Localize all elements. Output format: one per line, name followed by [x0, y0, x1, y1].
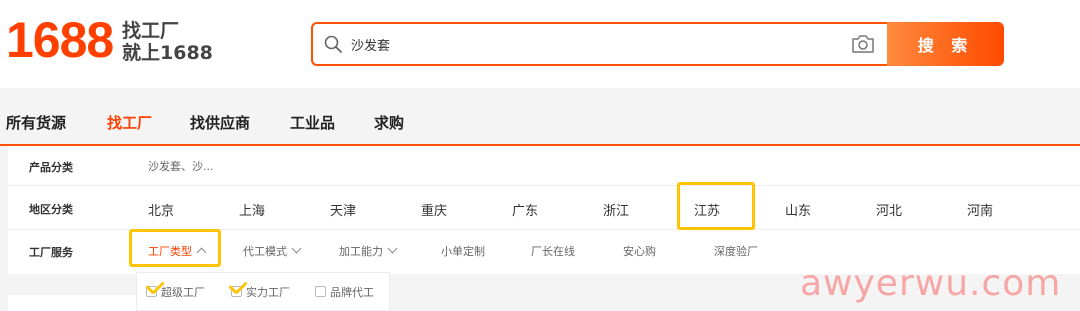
service-secure-purchase[interactable]: 安心购 [623, 243, 656, 259]
region-item-shandong[interactable]: 山东 [785, 200, 811, 219]
option-super-factory-label: 超级工厂 [161, 286, 205, 299]
region-label: 地区分类 [29, 203, 73, 216]
search-button[interactable]: 搜 索 [887, 22, 1004, 66]
category-value[interactable]: 沙发套、沙... [148, 158, 214, 174]
option-brand-oem[interactable]: 品牌代工 [315, 284, 374, 300]
option-brand-oem-label: 品牌代工 [330, 286, 374, 299]
watermark: awyerwu.com [800, 263, 1062, 304]
logo-slogan-line2: 就上1688 [122, 42, 213, 64]
service-deep-inspection[interactable]: 深度验厂 [714, 243, 758, 259]
region-item-hebei[interactable]: 河北 [876, 200, 902, 219]
search-input[interactable] [351, 32, 831, 56]
chevron-down-icon [291, 243, 302, 254]
region-item-guangdong[interactable]: 广东 [512, 200, 538, 219]
region-item-tianjin[interactable]: 天津 [330, 200, 356, 219]
region-item-henan[interactable]: 河南 [967, 200, 993, 219]
region-item-zhejiang[interactable]: 浙江 [603, 200, 629, 219]
chevron-down-icon [387, 243, 398, 254]
option-strength-factory-label: 实力工厂 [246, 286, 290, 299]
service-processing-capacity-label: 加工能力 [339, 245, 383, 258]
search-icon [324, 35, 342, 53]
region-item-beijing[interactable]: 北京 [148, 200, 174, 219]
service-oem-mode[interactable]: 代工模式 [243, 243, 302, 259]
tab-purchase[interactable]: 求购 [374, 112, 404, 133]
service-small-order-custom[interactable]: 小单定制 [441, 243, 485, 259]
region-item-shanghai[interactable]: 上海 [239, 200, 265, 219]
logo-slogan-line1: 找工厂 [122, 20, 180, 42]
service-factory-manager-online[interactable]: 厂长在线 [531, 243, 575, 259]
highlight-box-jiangsu [677, 182, 755, 230]
service-processing-capacity[interactable]: 加工能力 [339, 243, 398, 259]
tab-industrial[interactable]: 工业品 [290, 112, 335, 133]
row-divider [8, 185, 1080, 186]
results-sort-bar [8, 295, 136, 311]
checkbox[interactable] [315, 286, 326, 297]
search-box[interactable] [311, 22, 888, 66]
highlight-box-factory-type [129, 229, 221, 267]
tab-find-factory[interactable]: 找工厂 [107, 112, 152, 133]
category-label: 产品分类 [29, 161, 73, 174]
service-label: 工厂服务 [29, 246, 73, 259]
header: 1688 找工厂 就上1688 搜 索 [0, 0, 1080, 88]
service-oem-mode-label: 代工模式 [243, 245, 287, 258]
tab-find-supplier[interactable]: 找供应商 [190, 112, 250, 133]
camera-icon[interactable] [850, 33, 876, 55]
logo-1688[interactable]: 1688 [6, 12, 114, 68]
tab-all-sources[interactable]: 所有货源 [6, 112, 66, 133]
region-item-chongqing[interactable]: 重庆 [421, 200, 447, 219]
